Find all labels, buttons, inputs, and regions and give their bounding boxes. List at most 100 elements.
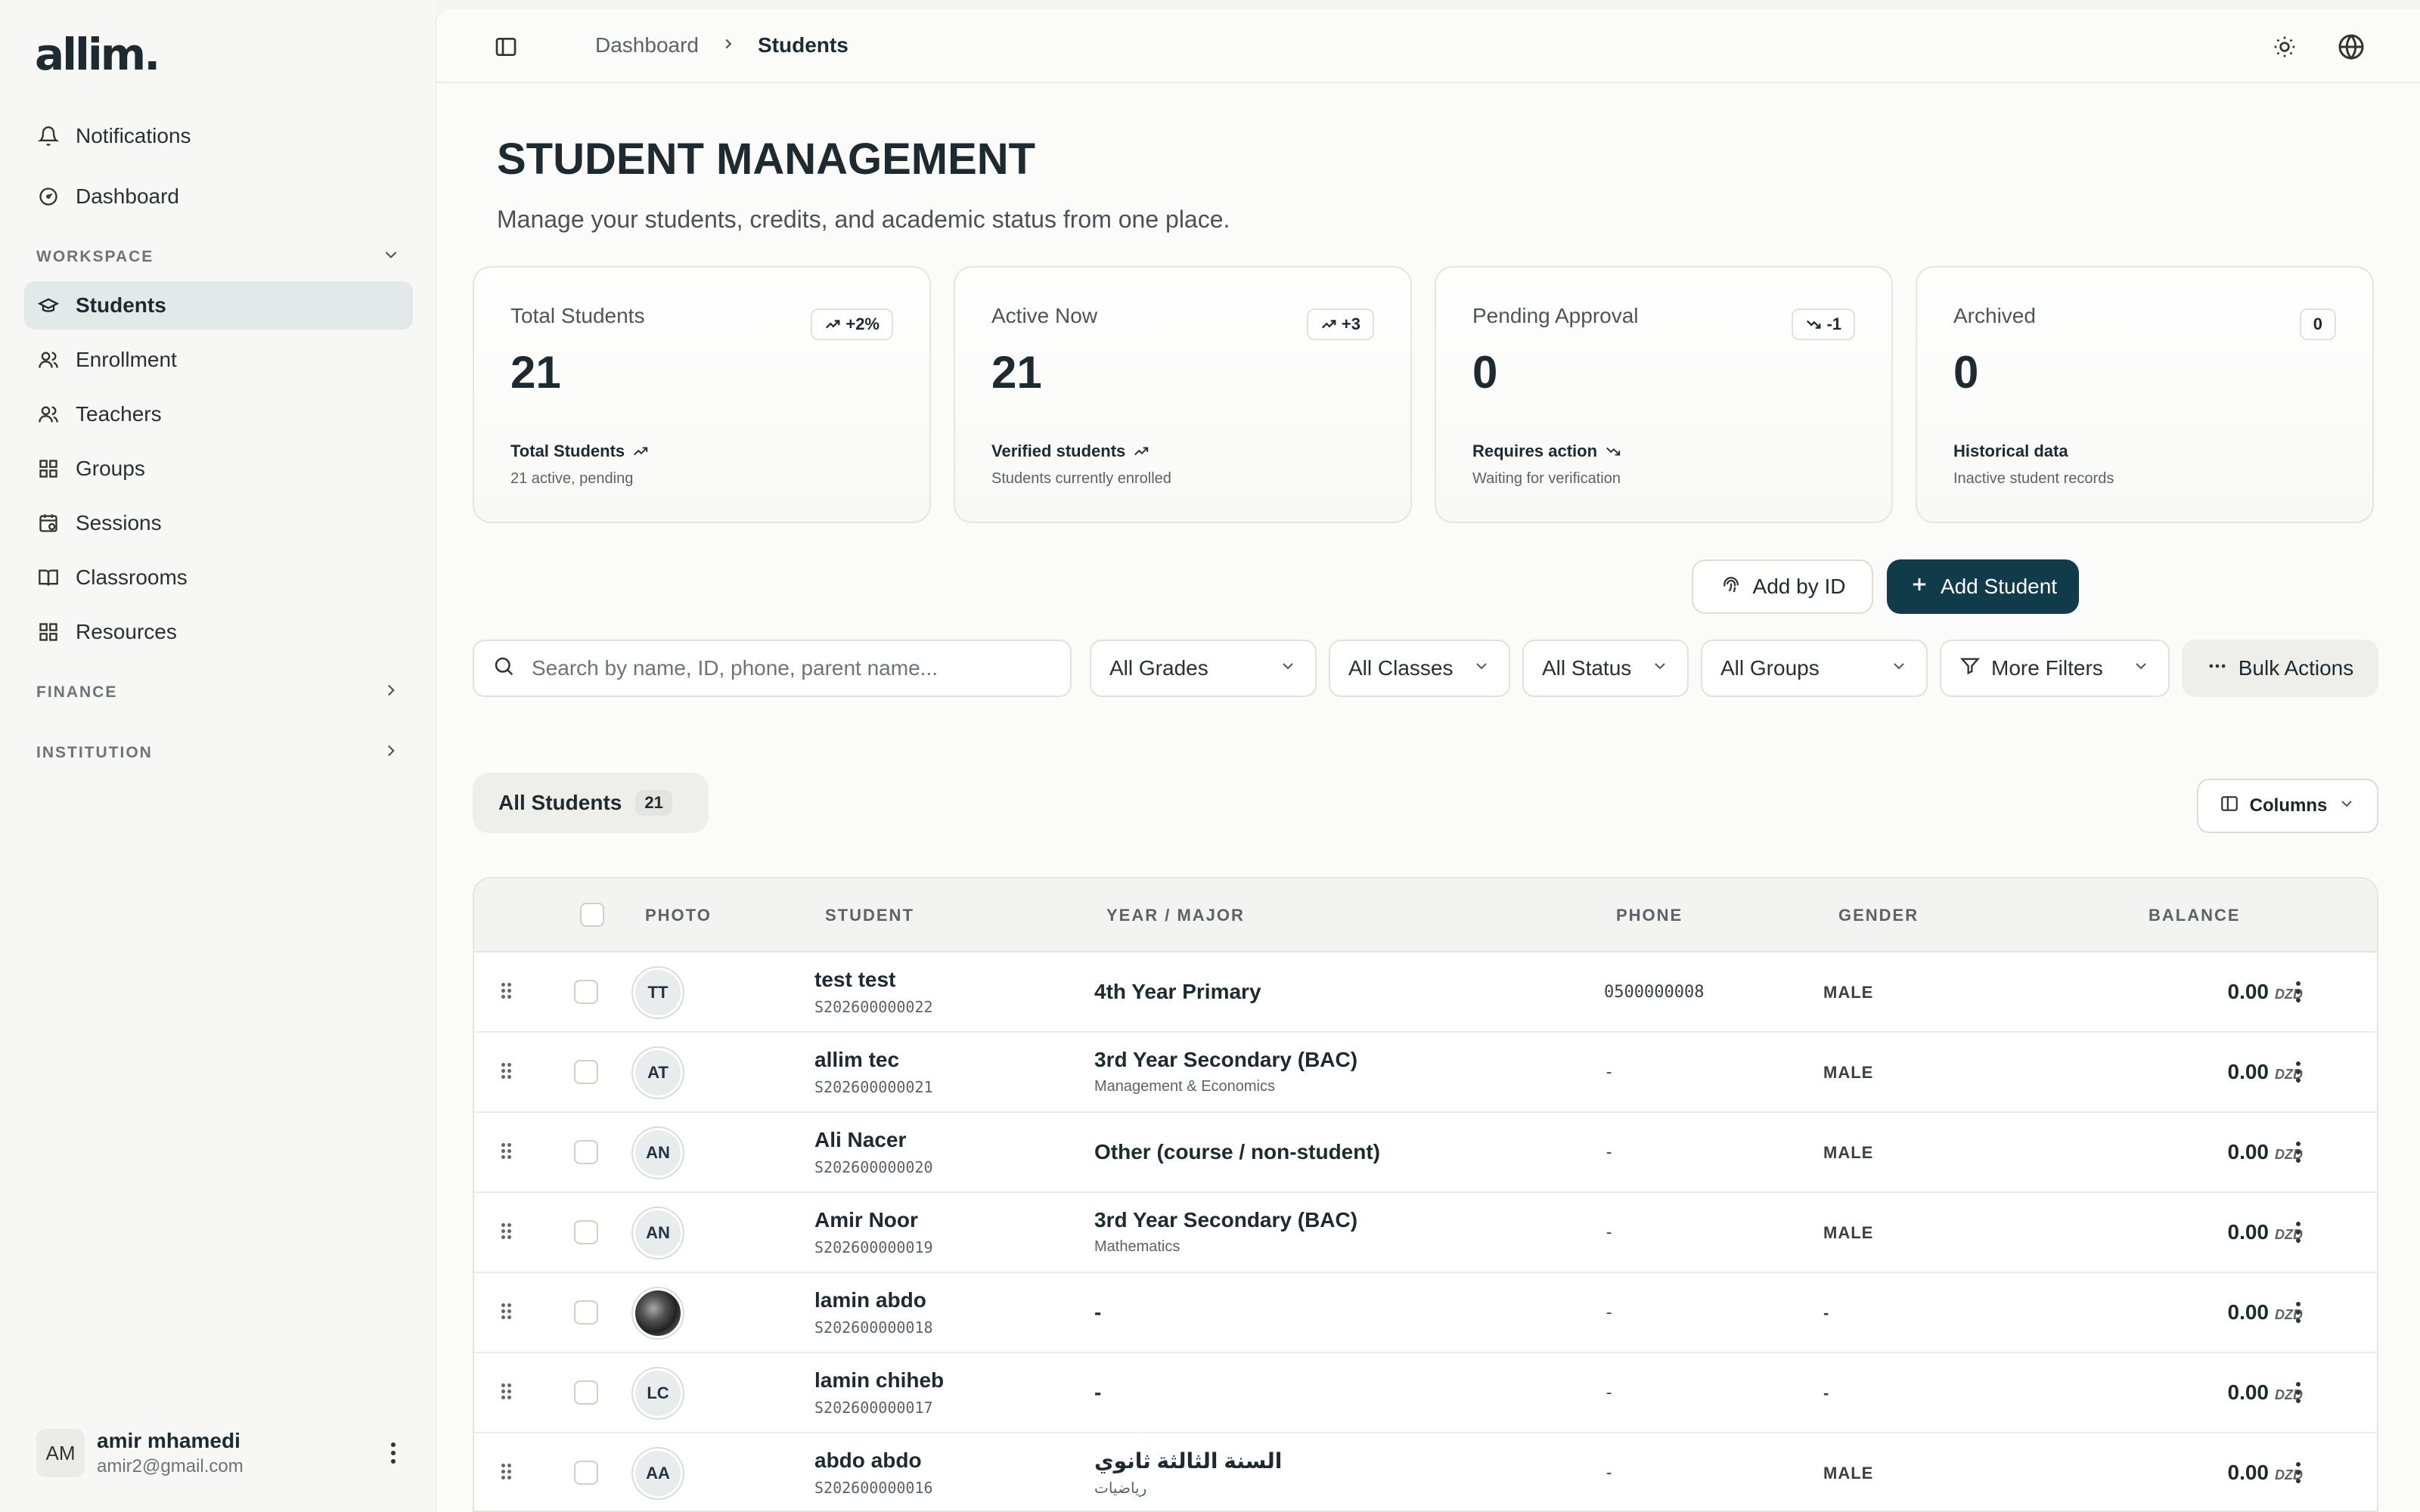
breadcrumb-parent[interactable]: Dashboard bbox=[595, 33, 699, 57]
drag-handle-icon[interactable] bbox=[501, 1063, 512, 1079]
student-name[interactable]: test test bbox=[814, 968, 895, 992]
row-checkbox[interactable] bbox=[574, 980, 598, 1004]
tab-all-students[interactable]: All Students 21 bbox=[473, 773, 709, 833]
more-vertical-icon[interactable] bbox=[2289, 1462, 2307, 1483]
trend-badge: +2% bbox=[811, 308, 893, 340]
student-major: Mathematics bbox=[1094, 1238, 1181, 1255]
groups-select[interactable]: All Groups bbox=[1701, 640, 1928, 697]
student-name[interactable]: allim tec bbox=[814, 1048, 899, 1072]
student-name[interactable]: abdo abdo bbox=[814, 1448, 922, 1473]
table-row[interactable]: AN Amir Noor S202600000019 3rd Year Seconda… bbox=[474, 1193, 2377, 1273]
drag-handle-icon[interactable] bbox=[501, 1143, 512, 1159]
row-checkbox[interactable] bbox=[574, 1380, 598, 1405]
student-name[interactable]: Amir Noor bbox=[814, 1208, 918, 1232]
row-checkbox[interactable] bbox=[574, 1461, 598, 1485]
drag-handle-icon[interactable] bbox=[501, 1303, 512, 1319]
more-vertical-icon[interactable] bbox=[2289, 1061, 2307, 1083]
main-content: Dashboard Students STUDENT MANAGEMENT Ma… bbox=[436, 9, 2420, 1512]
sidebar-item-enrollment[interactable]: Enrollment bbox=[24, 336, 413, 384]
student-id: S202600000017 bbox=[814, 1399, 933, 1417]
stat-foot-title: Requires action bbox=[1472, 442, 1621, 461]
drag-handle-icon[interactable] bbox=[501, 1383, 512, 1399]
trending-down-icon bbox=[1807, 320, 1821, 329]
columns-button[interactable]: Columns bbox=[2197, 779, 2378, 833]
status-select-value: All Status bbox=[1542, 656, 1632, 680]
bulk-actions-button[interactable]: Bulk Actions bbox=[2182, 640, 2378, 697]
student-id: S202600000018 bbox=[814, 1318, 933, 1337]
grades-select[interactable]: All Grades bbox=[1090, 640, 1317, 697]
app-logo[interactable]: allim. bbox=[35, 29, 160, 80]
row-checkbox[interactable] bbox=[574, 1060, 598, 1084]
drag-handle-icon[interactable] bbox=[501, 983, 512, 999]
student-name[interactable]: Ali Nacer bbox=[814, 1128, 906, 1152]
sidebar-item-students[interactable]: Students bbox=[24, 281, 413, 330]
student-name[interactable]: lamin abdo bbox=[814, 1288, 926, 1312]
student-gender: - bbox=[1823, 1303, 1830, 1322]
sidebar-item-dashboard[interactable]: Dashboard bbox=[24, 172, 413, 221]
add-student-button[interactable]: Add Student bbox=[1887, 559, 2079, 614]
more-vertical-icon[interactable] bbox=[2289, 1142, 2307, 1163]
table-row[interactable]: AN Ali Nacer S202600000020 Other (course / … bbox=[474, 1113, 2377, 1193]
table-row[interactable]: LC lamin chiheb S202600000017 - - - 0.00 DZD bbox=[474, 1353, 2377, 1433]
table-row[interactable]: lamin abdo S202600000018 - - - 0.00 DZD bbox=[474, 1273, 2377, 1353]
student-name[interactable]: lamin chiheb bbox=[814, 1368, 944, 1393]
header-student[interactable]: STUDENT bbox=[825, 906, 914, 925]
balance-amount: 0.00 bbox=[2227, 1380, 2270, 1404]
user-menu[interactable]: AM amir mhamedi amir2@gmail.com bbox=[36, 1421, 402, 1485]
student-year: - bbox=[1094, 1300, 1102, 1324]
header-year-major[interactable]: YEAR / MAJOR bbox=[1106, 906, 1245, 925]
select-all-checkbox[interactable] bbox=[580, 903, 604, 927]
classes-select[interactable]: All Classes bbox=[1329, 640, 1510, 697]
more-vertical-icon[interactable] bbox=[2289, 981, 2307, 1002]
add-by-id-button[interactable]: Add by ID bbox=[1692, 559, 1873, 614]
table-row[interactable]: AA abdo abdo S202600000016 السنة الثالثة ثا… bbox=[474, 1433, 2377, 1510]
sidebar: allim. Notifications Dashboard WORKSPACE… bbox=[0, 0, 436, 1512]
stat-value: 0 bbox=[1953, 347, 1979, 398]
row-checkbox[interactable] bbox=[574, 1300, 598, 1325]
sidebar-item-notifications[interactable]: Notifications bbox=[24, 112, 413, 160]
avatar bbox=[633, 1288, 683, 1338]
sidebar-item-teachers[interactable]: Teachers bbox=[24, 390, 413, 438]
row-checkbox[interactable] bbox=[574, 1140, 598, 1164]
header-balance[interactable]: BALANCE bbox=[2149, 906, 2241, 925]
header-gender[interactable]: GENDER bbox=[1838, 906, 1919, 925]
section-workspace[interactable]: WORKSPACE bbox=[36, 245, 401, 269]
table-row[interactable]: TT test test S202600000022 4th Year Primary… bbox=[474, 953, 2377, 1033]
stat-card-active: Active Now 21 +3 Verified students Stude… bbox=[954, 266, 1412, 523]
more-vertical-icon[interactable] bbox=[2289, 1302, 2307, 1323]
sidebar-item-groups[interactable]: Groups bbox=[24, 445, 413, 493]
chevron-down-icon bbox=[2132, 656, 2150, 680]
table-row[interactable]: AT allim tec S202600000021 3rd Year Seconda… bbox=[474, 1033, 2377, 1113]
trend-badge-text: -1 bbox=[1826, 314, 1841, 333]
more-filters-button[interactable]: More Filters bbox=[1940, 640, 2170, 697]
student-balance: 0.00 DZD bbox=[2100, 1060, 2304, 1084]
users-icon bbox=[36, 348, 60, 372]
user-email: amir2@gmail.com bbox=[97, 1456, 244, 1476]
sidebar-item-label: Teachers bbox=[76, 402, 162, 426]
drag-handle-icon[interactable] bbox=[501, 1223, 512, 1239]
balance-amount: 0.00 bbox=[2227, 1300, 2270, 1324]
stat-foot-sub: Inactive student records bbox=[1953, 470, 2114, 487]
sidebar-item-label: Students bbox=[76, 293, 166, 317]
globe-icon[interactable] bbox=[2336, 32, 2366, 62]
more-vertical-icon[interactable] bbox=[2289, 1382, 2307, 1403]
drag-handle-icon[interactable] bbox=[501, 1464, 512, 1479]
section-finance[interactable]: FINANCE bbox=[36, 680, 401, 705]
student-phone: - bbox=[1604, 1143, 1615, 1162]
status-select[interactable]: All Status bbox=[1522, 640, 1689, 697]
sidebar-toggle-icon[interactable] bbox=[491, 32, 521, 62]
row-checkbox[interactable] bbox=[574, 1220, 598, 1244]
section-institution[interactable]: INSTITUTION bbox=[36, 741, 401, 765]
sun-icon[interactable] bbox=[2270, 32, 2300, 62]
sidebar-item-sessions[interactable]: Sessions bbox=[24, 499, 413, 547]
stat-value: 21 bbox=[991, 347, 1042, 398]
more-vertical-icon[interactable] bbox=[384, 1442, 402, 1464]
more-vertical-icon[interactable] bbox=[2289, 1222, 2307, 1243]
sidebar-item-classrooms[interactable]: Classrooms bbox=[24, 553, 413, 602]
sidebar-item-resources[interactable]: Resources bbox=[24, 608, 413, 656]
student-balance: 0.00 DZD bbox=[2100, 1300, 2304, 1325]
header-phone[interactable]: PHONE bbox=[1616, 906, 1683, 925]
chevron-down-icon bbox=[1890, 656, 1908, 680]
search-input[interactable]: Search by name, ID, phone, parent name..… bbox=[473, 640, 1072, 697]
balance-amount: 0.00 bbox=[2227, 1140, 2270, 1163]
